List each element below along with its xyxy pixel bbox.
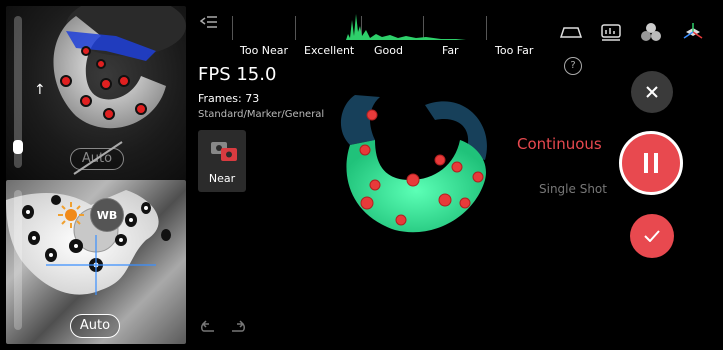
fps-readout: FPS 15.0	[198, 64, 277, 85]
single-shot-mode-option[interactable]: Single Shot	[539, 182, 607, 196]
distance-tick	[295, 16, 296, 40]
undo-icon[interactable]	[200, 318, 216, 334]
distance-histogram	[346, 14, 466, 40]
continuous-mode-option[interactable]: Continuous	[517, 135, 602, 153]
white-balance-button[interactable]: WB	[90, 198, 124, 232]
coordinate-axes-icon[interactable]	[682, 22, 704, 42]
camera-view-top: ↑ Auto	[6, 6, 186, 181]
distance-label-far: Far	[442, 44, 459, 57]
distance-label-good: Good	[374, 44, 403, 57]
scan-platform-icon[interactable]	[559, 22, 583, 42]
focus-slider-track[interactable]	[14, 190, 22, 330]
camera-switch-icon	[211, 142, 237, 161]
histogram-view-icon[interactable]	[600, 22, 622, 42]
close-button[interactable]	[631, 71, 673, 113]
distance-tick	[232, 16, 233, 40]
exposure-slider-knob[interactable]	[13, 140, 23, 155]
texture-mode-icon[interactable]	[640, 22, 662, 42]
near-mode-button[interactable]: Near	[198, 130, 246, 192]
disabled-slash-icon	[73, 141, 123, 175]
camera-view-bottom: WB Auto	[6, 180, 186, 344]
close-icon	[646, 86, 658, 98]
auto-focus-button[interactable]: Auto	[70, 314, 120, 338]
help-icon[interactable]: ?	[564, 57, 582, 75]
auto-focus-label: Auto	[79, 318, 111, 333]
frames-count: Frames: 73	[198, 92, 260, 105]
near-mode-label: Near	[208, 172, 236, 185]
pause-icon	[644, 153, 658, 173]
distance-tick	[486, 16, 487, 40]
distance-label-excellent: Excellent	[304, 44, 355, 57]
arrow-up-icon: ↑	[34, 82, 46, 98]
brightness-icon[interactable]	[56, 200, 86, 230]
check-icon	[644, 230, 660, 242]
white-balance-label: WB	[96, 208, 118, 222]
scan-mode-path: Standard/Marker/General	[198, 109, 325, 120]
distance-indicator: Too Near Excellent Good Far Too Far	[198, 8, 554, 57]
distance-label-too-far: Too Far	[495, 44, 534, 57]
redo-icon[interactable]	[230, 318, 246, 334]
pause-scan-button[interactable]	[619, 131, 683, 195]
distance-label-too-near: Too Near	[240, 44, 289, 57]
confirm-button[interactable]	[630, 214, 674, 258]
scan-point-cloud	[335, 85, 495, 235]
